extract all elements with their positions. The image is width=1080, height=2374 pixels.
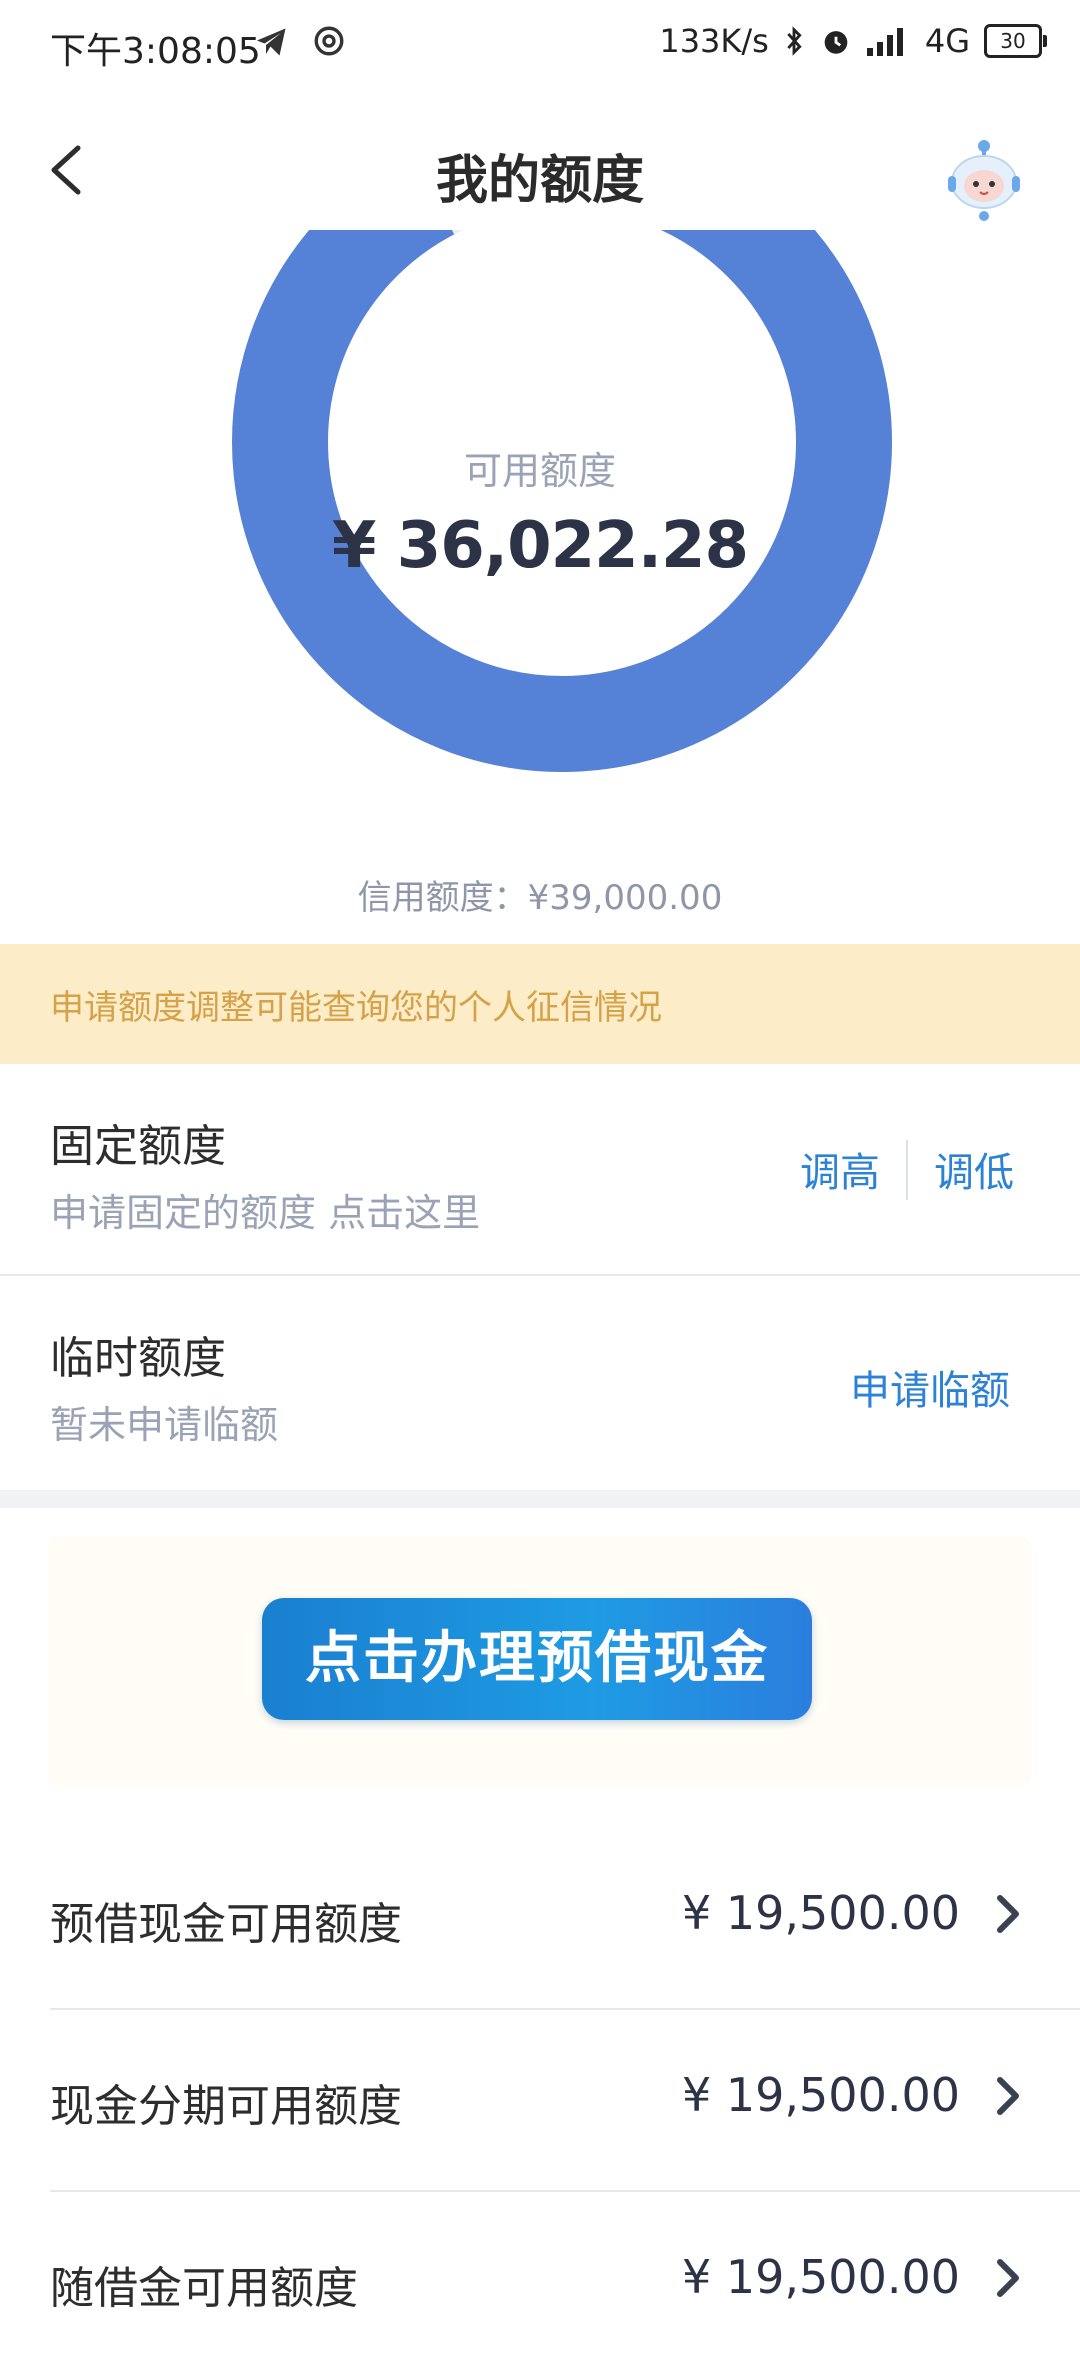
list-divider — [50, 2008, 1080, 2010]
credit-item-label: 随借金可用额度 — [50, 2263, 358, 2314]
temp-limit-title: 临时额度 — [50, 1333, 226, 1384]
cash-advance-button[interactable]: 点击办理预借现金 — [262, 1598, 812, 1720]
apply-temp-limit-link[interactable]: 申请临额 — [850, 1358, 1010, 1416]
status-right: 133K/s 4G 30 — [659, 22, 1047, 60]
notice-text: 申请额度调整可能查询您的个人征信情况 — [50, 988, 662, 1028]
raise-limit-link[interactable]: 调高 — [800, 1140, 880, 1198]
available-amount: ¥ 36,022.28 — [331, 509, 749, 583]
credit-notice-banner: 申请额度调整可能查询您的个人征信情况 — [0, 944, 1080, 1064]
credit-item-label: 现金分期可用额度 — [50, 2081, 402, 2132]
battery-icon: 30 — [984, 24, 1047, 58]
credit-item-amount: ¥ 19,500.00 — [682, 1886, 960, 1940]
chevron-right-icon — [997, 1895, 1019, 1933]
link-divider — [906, 1140, 908, 1200]
credit-donut-chart: 可用额度 ¥ 36,022.28 — [0, 230, 1080, 850]
credit-list-item[interactable]: 预借现金可用额度 ¥ 19,500.00 — [0, 1830, 1080, 2010]
temp-limit-subtitle: 暂未申请临额 — [50, 1403, 279, 1447]
status-left-icons — [254, 24, 346, 60]
signal-icon — [866, 28, 903, 56]
alarm-icon — [824, 31, 848, 54]
page-title: 我的额度 — [435, 151, 644, 211]
available-label: 可用额度 — [463, 449, 616, 493]
chevron-right-icon — [997, 2259, 1019, 2297]
bluetooth-icon — [787, 26, 802, 56]
cash-advance-button-label: 点击办理预借现金 — [305, 1626, 769, 1691]
credit-list-item[interactable]: 现金分期可用额度 ¥ 19,500.00 — [0, 2012, 1080, 2192]
chevron-right-icon — [997, 2077, 1019, 2115]
fixed-limit-title: 固定额度 — [50, 1121, 226, 1172]
credit-list-item[interactable]: 随借金可用额度 ¥ 19,500.00 — [0, 2194, 1080, 2374]
netease-icon — [314, 26, 344, 56]
lower-limit-link[interactable]: 调低 — [934, 1140, 1014, 1198]
credit-item-label: 预借现金可用额度 — [50, 1899, 402, 1950]
telegram-icon — [257, 28, 286, 56]
status-bar: 下午3:08:05 133K/s 4G 30 — [0, 0, 1080, 96]
network-type: 4G — [924, 22, 970, 60]
nav-header: 我的额度 — [0, 110, 1080, 230]
list-divider — [50, 2190, 1080, 2192]
network-speed: 133K/s — [659, 22, 769, 60]
temp-limit-row: 临时额度 暂未申请临额 申请临额 — [0, 1276, 1080, 1490]
credit-limit-text: 信用额度：¥39,000.00 — [357, 878, 723, 918]
status-time: 下午3:08:05 — [50, 31, 261, 72]
credit-item-amount: ¥ 19,500.00 — [682, 2250, 960, 2304]
section-gap — [0, 1490, 1080, 1508]
fixed-limit-row: 固定额度 申请固定的额度 点击这里 调高 调低 — [0, 1064, 1080, 1274]
credit-item-amount: ¥ 19,500.00 — [682, 2068, 960, 2122]
donut-center: 可用额度 ¥ 36,022.28 — [0, 440, 1080, 583]
assistant-robot-icon[interactable] — [944, 134, 1024, 224]
fixed-limit-subtitle[interactable]: 申请固定的额度 点击这里 — [50, 1182, 480, 1237]
